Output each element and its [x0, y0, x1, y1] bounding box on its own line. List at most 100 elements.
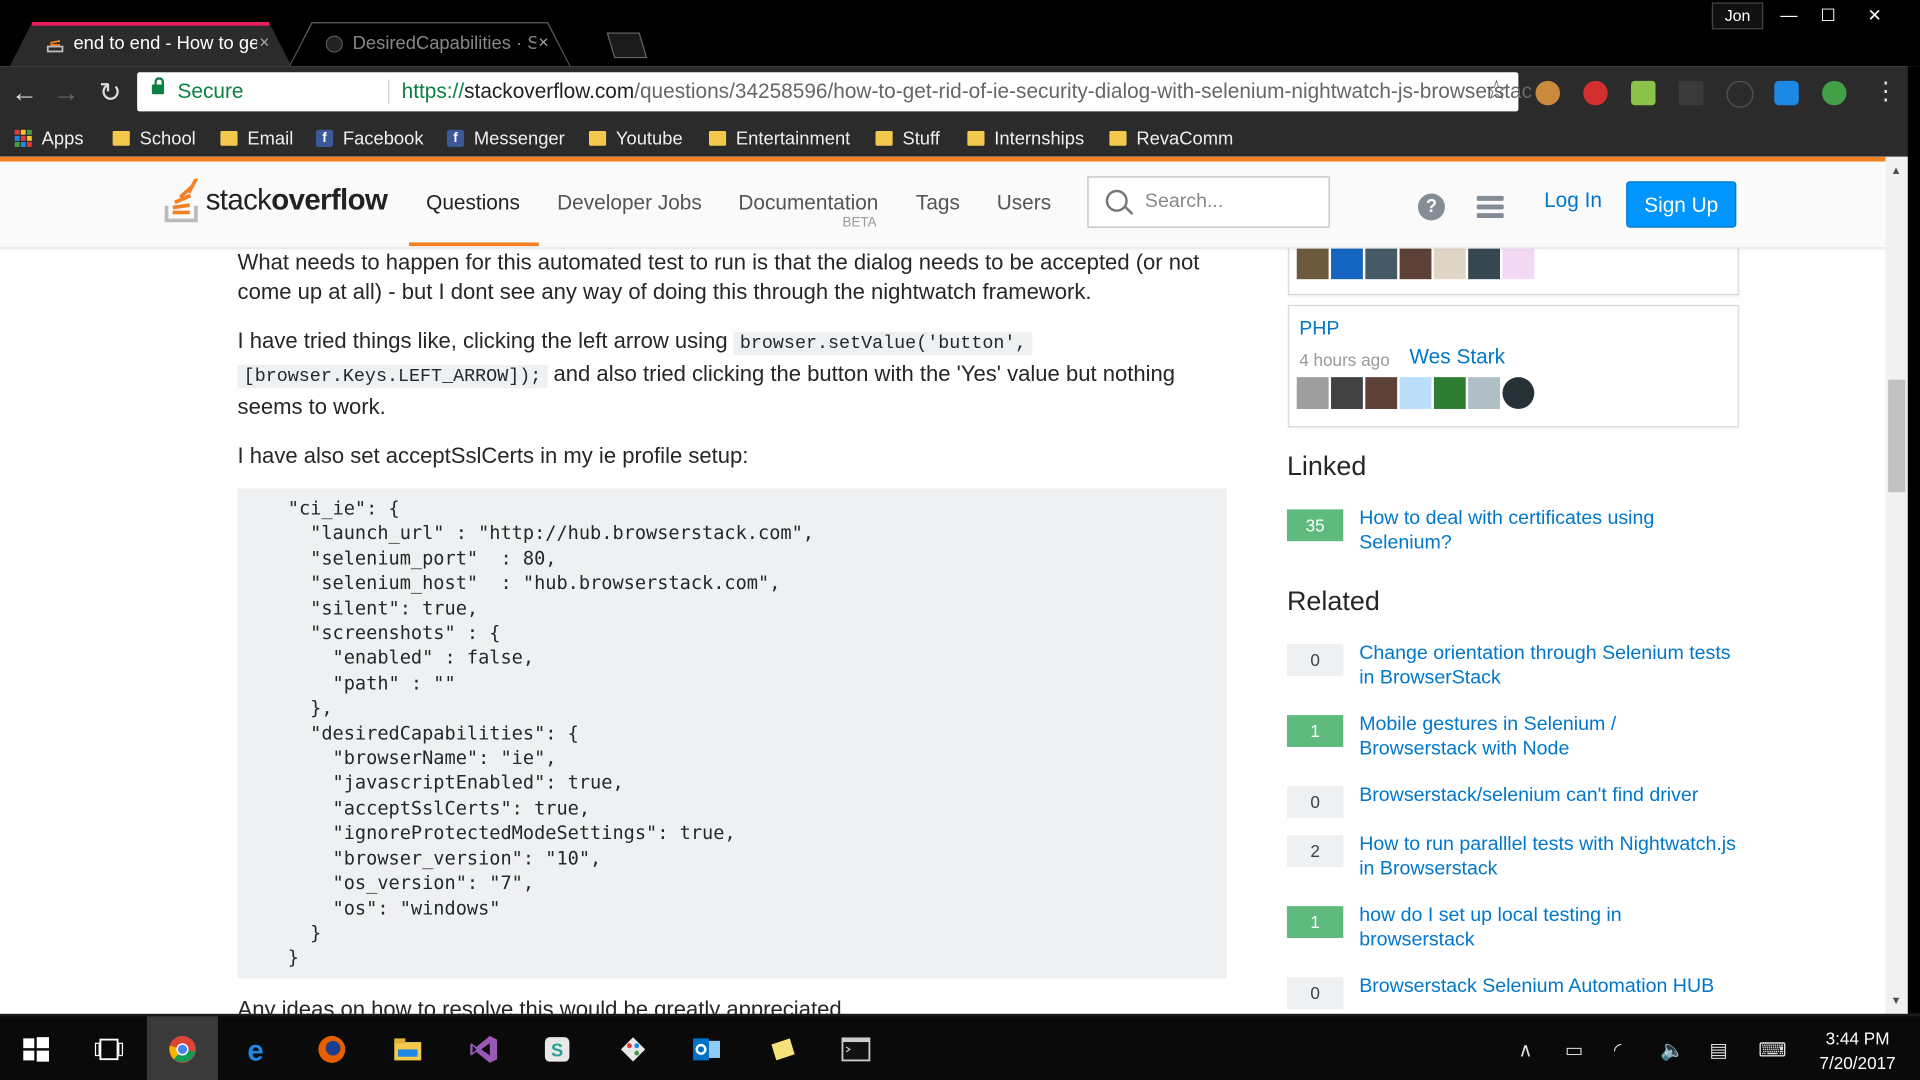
avatar [1502, 247, 1535, 280]
so-header: stackoverflow Questions Developer Jobs D… [0, 161, 1886, 249]
page-scrollbar[interactable]: ▲ ▼ [1885, 156, 1908, 1014]
chat-extension-icon[interactable] [1774, 80, 1799, 106]
scroll-down-icon[interactable]: ▼ [1891, 994, 1902, 1006]
notification-icon[interactable]: ▤ [1709, 1038, 1728, 1062]
related-item[interactable]: 0 Browserstack Selenium Automation HUB [1286, 975, 1740, 1014]
back-button[interactable]: ← [10, 78, 39, 107]
avatar [1399, 247, 1432, 280]
taskbar-edge[interactable]: e [223, 1016, 294, 1080]
inbox-icon[interactable] [1476, 195, 1504, 218]
profile-user-button[interactable]: Jon [1711, 2, 1764, 30]
recycle-extension-icon[interactable] [1726, 80, 1754, 108]
reload-button[interactable]: ↻ [96, 78, 125, 107]
url-text[interactable]: https://stackoverflow.com/questions/3425… [402, 80, 1532, 104]
taskbar-terminal[interactable] [820, 1016, 891, 1080]
id-extension-icon[interactable] [1822, 80, 1847, 106]
screenshot-extension-icon[interactable] [1631, 80, 1656, 106]
login-link[interactable]: Log In [1544, 189, 1602, 213]
stackoverflow-logo[interactable]: stackoverflow [164, 176, 388, 225]
taskbar-visual-studio[interactable] [448, 1016, 519, 1080]
bookmark-star-icon[interactable]: ☆ [1484, 75, 1508, 107]
task-view-button[interactable] [73, 1016, 144, 1080]
tray-chevron-icon[interactable]: ∧ [1518, 1038, 1532, 1062]
code-text: "ci_ie": { "launch_url" : "http://hub.br… [287, 497, 815, 969]
cookie-extension-icon[interactable] [1535, 80, 1561, 106]
related-item[interactable]: 0 Change orientation through Selenium tes… [1286, 642, 1740, 696]
bookmark-messenger[interactable]: f Messenger [446, 125, 565, 152]
chrome-menu-icon[interactable]: ⋮ [1873, 76, 1897, 107]
volume-muted-icon[interactable]: 🔈 [1660, 1038, 1684, 1062]
avatar [1365, 247, 1398, 280]
bookmark-school[interactable]: School [112, 125, 196, 152]
scrollbar-thumb[interactable] [1888, 379, 1906, 493]
minimize-button[interactable]: — [1771, 2, 1808, 26]
tab-inactive[interactable]: DesiredCapabilities · Sele × [288, 22, 571, 67]
keyboard-icon[interactable]: ⌨ [1758, 1038, 1786, 1062]
system-clock[interactable]: 3:44 PM 7/20/2017 [1810, 1026, 1906, 1075]
close-window-button[interactable]: ✕ [1856, 2, 1893, 26]
taskbar-file-explorer[interactable] [372, 1016, 443, 1080]
previous-card [1288, 247, 1739, 296]
folder-icon [220, 131, 238, 146]
tab-close-icon[interactable]: × [259, 32, 269, 52]
avatar [1331, 377, 1363, 409]
taskbar-outlook[interactable] [671, 1016, 742, 1080]
svg-text:S: S [551, 1040, 563, 1061]
wifi-icon[interactable]: ◜ [1614, 1038, 1622, 1062]
taskbar-firefox[interactable] [296, 1016, 367, 1080]
avatar [1399, 377, 1432, 409]
php-card: PHP 4 hours ago Wes Stark [1288, 304, 1739, 428]
bookmark-apps[interactable]: Apps [14, 125, 84, 152]
folder-icon [112, 131, 130, 146]
nav-tags[interactable]: Tags [916, 191, 960, 215]
new-tab-button[interactable] [602, 32, 649, 59]
tab-title: end to end - How to get [73, 33, 258, 54]
user-link[interactable]: Wes Stark [1409, 345, 1505, 369]
adblock-extension-icon[interactable] [1583, 80, 1608, 106]
forward-button[interactable]: → [51, 78, 80, 107]
php-tag-link[interactable]: PHP [1299, 318, 1339, 340]
related-item[interactable]: 2 How to run paralllel tests with Nightwa… [1286, 833, 1740, 887]
paragraph: I have also set acceptSslCerts in my ie … [237, 443, 749, 468]
bookmark-facebook[interactable]: f Facebook [315, 125, 424, 152]
address-bar[interactable]: Secure https://stackoverflow.com/questio… [137, 72, 1532, 112]
question-body: What needs to happen for this automated … [237, 247, 1230, 489]
start-button[interactable] [0, 1016, 71, 1080]
bookmark-youtube[interactable]: Youtube [588, 125, 683, 152]
file-explorer-icon [394, 1038, 422, 1061]
bookmark-internships[interactable]: Internships [967, 125, 1084, 152]
help-icon[interactable]: ? [1417, 193, 1445, 221]
related-item[interactable]: 1 how do I set up local testing in browse… [1286, 904, 1740, 958]
tab-active[interactable]: end to end - How to get × [9, 22, 292, 67]
maximize-button[interactable]: ☐ [1810, 2, 1847, 26]
bookmark-email[interactable]: Email [220, 125, 293, 152]
nav-documentation[interactable]: Documentation [738, 191, 878, 215]
avatar [1365, 377, 1398, 409]
bookmark-stuff[interactable]: Stuff [875, 125, 940, 152]
related-item[interactable]: 1 Mobile gestures in Selenium / Browserst… [1286, 713, 1740, 767]
grid-extension-icon[interactable] [1678, 80, 1704, 106]
taskbar-git[interactable] [598, 1016, 669, 1080]
nav-developer-jobs[interactable]: Developer Jobs [557, 191, 702, 215]
nav-questions[interactable]: Questions [426, 191, 520, 215]
bookmark-entertainment[interactable]: Entertainment [708, 125, 850, 152]
taskbar-chrome[interactable] [146, 1016, 218, 1080]
facebook-icon: f [315, 129, 334, 147]
signup-button[interactable]: Sign Up [1626, 181, 1737, 228]
bookmark-revacomm[interactable]: RevaComm [1109, 125, 1233, 152]
avatar [1296, 377, 1329, 409]
page-viewport: stackoverflow Questions Developer Jobs D… [0, 156, 1886, 1014]
bookmarks-bar: Apps School Email f Facebook f Messenger Y… [0, 120, 1920, 157]
taskbar-slack[interactable]: S [522, 1016, 593, 1080]
edge-icon: e [247, 1035, 263, 1064]
related-item[interactable]: 0 Browserstack/selenium can't find driver [1286, 784, 1740, 838]
paragraph: I have tried things like, clicking the l… [237, 328, 1176, 419]
battery-icon[interactable]: ▭ [1565, 1038, 1584, 1062]
scroll-up-icon[interactable]: ▲ [1891, 164, 1902, 176]
linked-item[interactable]: 35 How to deal with certificates using S… [1286, 507, 1740, 561]
nav-users[interactable]: Users [997, 191, 1051, 215]
folder-icon [967, 131, 985, 146]
taskbar-sticky-notes[interactable] [747, 1016, 818, 1080]
tab-close-icon[interactable]: × [539, 32, 549, 52]
search-input[interactable]: Search... [1087, 176, 1330, 228]
